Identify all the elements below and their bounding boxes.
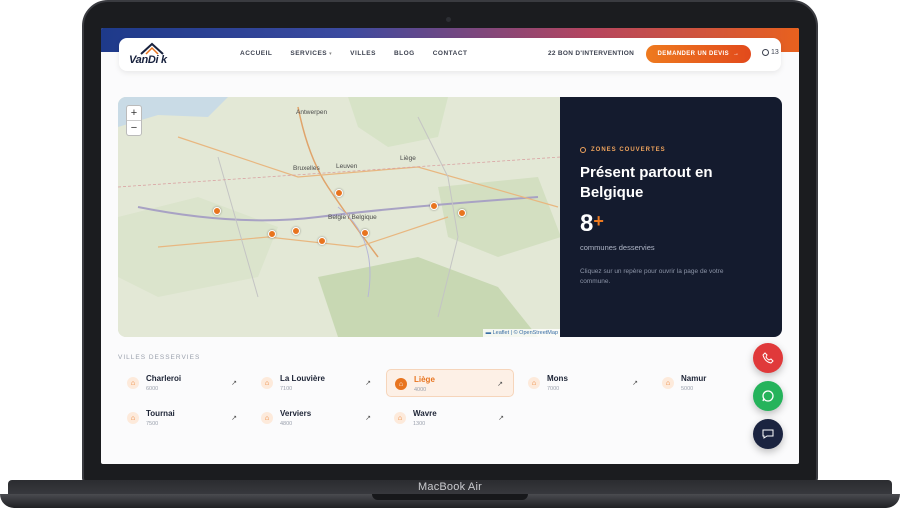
location-pin-icon: [580, 147, 586, 153]
nav-services[interactable]: SERVICES ▾: [290, 50, 332, 57]
whatsapp-button[interactable]: [753, 381, 783, 411]
count-suffix: +: [593, 211, 604, 231]
count-label: communes desservies: [580, 243, 655, 252]
globe-icon: [762, 49, 769, 56]
zones-tag: ZONES COUVERTES: [580, 147, 666, 153]
browser-screen: VanDi k ACCUEIL SERVICES ▾ VILLES BLOG CO…: [101, 28, 799, 464]
language-label: 13: [771, 49, 779, 56]
map-marker-charleroi[interactable]: [318, 237, 326, 245]
communes-count: 8+: [580, 210, 604, 238]
map-label-antwerpen: Antwerpen: [296, 109, 328, 116]
city-card-mons[interactable]: ⌂ Mons 7000 ↗: [520, 369, 648, 397]
city-postcode: 6000: [146, 386, 159, 392]
map-marker-wavre[interactable]: [335, 189, 343, 197]
info-note: Cliquez sur un repère pour ouvrir la pag…: [580, 268, 724, 285]
logo[interactable]: VanDi k: [129, 42, 175, 68]
phone-icon: [762, 352, 774, 364]
city-card-verviers[interactable]: ⌂ Verviers 4800 ↗: [253, 404, 381, 432]
location-pin-icon: ⌂: [261, 377, 273, 389]
location-pin-icon: ⌂: [261, 412, 273, 424]
city-postcode: 7100: [280, 386, 293, 392]
city-name: Wavre: [413, 409, 437, 418]
location-pin-icon: ⌂: [662, 377, 674, 389]
base-notch: [372, 494, 528, 500]
city-name: Mons: [547, 374, 568, 383]
city-postcode: 4000: [414, 387, 427, 393]
nav-accueil[interactable]: ACCUEIL: [240, 50, 272, 57]
count-value: 8: [580, 210, 594, 237]
map-marker-liege[interactable]: [430, 202, 438, 210]
map-marker-tournai[interactable]: [213, 207, 221, 215]
nav-villes[interactable]: VILLES: [350, 50, 376, 57]
camera-dot: [446, 17, 451, 22]
nav-services-label: SERVICES: [290, 50, 328, 57]
city-name: La Louvière: [280, 374, 325, 383]
location-pin-icon: ⌂: [528, 377, 540, 389]
city-postcode: 7000: [547, 386, 560, 392]
arrow-up-right-icon: ↗: [497, 381, 503, 388]
zoom-control: + −: [126, 105, 142, 136]
location-pin-icon: ⌂: [395, 378, 407, 390]
map-label-bruxelles: Bruxelles: [293, 165, 320, 172]
site-header: VanDi k ACCUEIL SERVICES ▾ VILLES BLOG CO…: [119, 38, 781, 71]
arrow-up-right-icon: ↗: [365, 380, 371, 387]
arrow-up-right-icon: ↗: [231, 380, 237, 387]
request-quote-button[interactable]: DEMANDER UN DEVIS →: [646, 45, 751, 63]
device-label: MacBook Air: [418, 481, 482, 493]
city-name: Charleroi: [146, 374, 182, 383]
city-name: Liège: [414, 375, 435, 384]
laptop-frame: VanDi k ACCUEIL SERVICES ▾ VILLES BLOG CO…: [0, 0, 900, 515]
map-marker-namur[interactable]: [361, 229, 369, 237]
city-card-la-louviere[interactable]: ⌂ La Louvière 7100 ↗: [253, 369, 381, 397]
arrow-up-right-icon: ↗: [365, 415, 371, 422]
request-quote-label: DEMANDER UN DEVIS: [657, 51, 730, 57]
city-card-liege[interactable]: ⌂ Liège 4000 ↗: [386, 369, 514, 397]
city-name: Namur: [681, 374, 707, 383]
city-postcode: 1300: [413, 421, 426, 427]
coverage-info-panel: ZONES COUVERTES Présent partout en Belgi…: [560, 97, 782, 337]
zoom-out-button[interactable]: −: [127, 121, 141, 136]
language-switch[interactable]: 13: [762, 49, 779, 56]
map-label-leuven: Leuven: [336, 163, 358, 170]
map-marker-mons[interactable]: [268, 230, 276, 238]
city-postcode: 4800: [280, 421, 293, 427]
map-attribution[interactable]: ▬ Leaflet | © OpenStreetMap: [482, 329, 561, 337]
arrow-up-right-icon: ↗: [231, 415, 237, 422]
nav-contact[interactable]: CONTACT: [433, 50, 468, 57]
bons-link[interactable]: 22 BON D'INTERVENTION: [548, 50, 634, 57]
map-label-belgique: Belgie / Belgique: [328, 214, 377, 221]
arrow-up-right-icon: ↗: [498, 415, 504, 422]
chevron-down-icon: ▾: [329, 51, 333, 57]
chat-button[interactable]: [753, 419, 783, 449]
map-marker-verviers[interactable]: [458, 209, 466, 217]
city-card-charleroi[interactable]: ⌂ Charleroi 6000 ↗: [119, 369, 247, 397]
logo-text: VanDi k: [129, 54, 167, 66]
main-nav: ACCUEIL SERVICES ▾ VILLES BLOG CONTACT: [240, 50, 468, 57]
nav-blog[interactable]: BLOG: [394, 50, 415, 57]
laptop-base: MacBook Air: [0, 480, 900, 515]
map-label-liege: Liège: [400, 155, 416, 162]
city-name: Tournai: [146, 409, 175, 418]
city-name: Verviers: [280, 409, 312, 418]
zoom-in-button[interactable]: +: [127, 106, 141, 121]
cities-title: VILLES DESSERVIES: [118, 354, 201, 361]
location-pin-icon: ⌂: [127, 412, 139, 424]
whatsapp-icon: [762, 390, 774, 402]
chat-icon: [762, 429, 774, 439]
location-pin-icon: ⌂: [394, 412, 406, 424]
city-card-tournai[interactable]: ⌂ Tournai 7500 ↗: [119, 404, 247, 432]
coverage-map[interactable]: Antwerpen Bruxelles Leuven Belgie / Belg…: [118, 97, 561, 337]
arrow-up-right-icon: ↗: [632, 380, 638, 387]
coverage-title: Présent partout en Belgique: [580, 164, 713, 201]
zones-tag-label: ZONES COUVERTES: [591, 147, 666, 153]
phone-button[interactable]: [753, 343, 783, 373]
city-card-wavre[interactable]: ⌂ Wavre 1300 ↗: [386, 404, 514, 432]
arrow-right-icon: →: [733, 51, 740, 57]
map-marker-la-louviere[interactable]: [292, 227, 300, 235]
location-pin-icon: ⌂: [127, 377, 139, 389]
city-postcode: 5000: [681, 386, 694, 392]
city-postcode: 7500: [146, 421, 159, 427]
